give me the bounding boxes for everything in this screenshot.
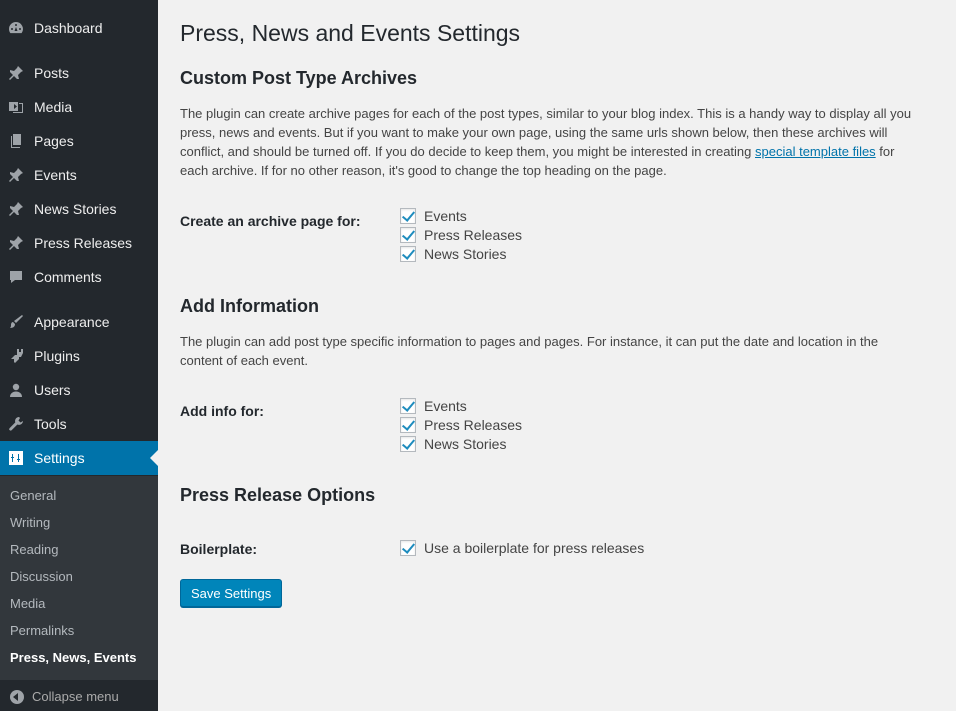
submenu-item-writing[interactable]: Writing [10,515,50,530]
sidebar-item-label: Posts [34,65,70,81]
sidebar-item-users[interactable]: Users [0,373,158,407]
plugin-icon [8,348,24,364]
sidebar-item-appearance[interactable]: Appearance [0,305,158,339]
collapse-arrow-icon [10,689,24,704]
sidebar-item-label: News Stories [34,201,117,217]
sidebar-item-posts[interactable]: Posts [0,56,158,90]
archives-description: The plugin can create archive pages for … [180,104,920,180]
wrench-icon [8,416,24,432]
page-title: Press, News and Events Settings [180,20,521,46]
pin-icon [8,167,24,183]
submenu-item-permalinks[interactable]: Permalinks [10,623,74,638]
section-heading-add-information: Add Information [180,296,319,316]
archive-option-events[interactable]: Events [400,208,467,224]
comment-icon [8,269,24,285]
archive-option-news-stories[interactable]: News Stories [400,246,506,262]
sidebar-item-label: Press Releases [34,235,133,251]
info-press-releases-checkbox[interactable] [400,417,416,433]
info-field-label: Add info for: [180,403,264,419]
option-label: Events [424,208,467,224]
option-label: News Stories [424,246,507,262]
brush-icon [8,314,24,330]
info-option-news-stories[interactable]: News Stories [400,436,506,452]
pin-icon [8,235,24,251]
section-heading-archives: Custom Post Type Archives [180,68,418,88]
sidebar-item-events[interactable]: Events [0,158,158,192]
sidebar-item-media[interactable]: Media [0,90,158,124]
sidebar-item-comments[interactable]: Comments [0,260,158,294]
media-icon [8,99,24,115]
boilerplate-option[interactable]: Use a boilerplate for press releases [400,540,644,556]
settings-submenu: General Writing Reading Discussion Media… [0,476,158,680]
option-label: Press Releases [424,227,523,243]
admin-sidebar: Dashboard Posts Media Pages Events News … [0,0,158,711]
sidebar-item-label: Comments [34,269,102,285]
dashboard-icon [8,20,24,36]
option-label: Use a boilerplate for press releases [424,540,645,556]
pin-icon [8,65,24,81]
option-label: Press Releases [424,417,523,433]
info-events-checkbox[interactable] [400,398,416,414]
section-heading-press-release-options: Press Release Options [180,485,376,505]
sidebar-item-label: Appearance [34,314,110,330]
sidebar-item-label: Events [34,167,77,183]
sidebar-item-pages[interactable]: Pages [0,124,158,158]
save-settings-button[interactable]: Save Settings [180,579,283,607]
collapse-menu-label: Collapse menu [32,689,119,704]
collapse-menu-button[interactable]: Collapse menu [0,682,158,711]
archive-option-press-releases[interactable]: Press Releases [400,227,522,243]
user-icon [8,382,24,398]
pages-icon [8,133,24,149]
special-template-files-link[interactable]: special template files [755,144,876,159]
archive-field-label: Create an archive page for: [180,213,361,229]
sidebar-item-label: Plugins [34,348,80,364]
archive-press-releases-checkbox[interactable] [400,227,416,243]
sidebar-item-plugins[interactable]: Plugins [0,339,158,373]
submenu-item-reading[interactable]: Reading [10,542,58,557]
sidebar-item-tools[interactable]: Tools [0,407,158,441]
option-label: Events [424,398,467,414]
info-option-press-releases[interactable]: Press Releases [400,417,522,433]
sidebar-item-label: Settings [34,450,85,466]
info-description: The plugin can add post type specific in… [180,334,879,368]
boilerplate-field-label: Boilerplate: [180,541,258,557]
archive-events-checkbox[interactable] [400,208,416,224]
submenu-item-press-news-events[interactable]: Press, News, Events [10,650,136,665]
submenu-item-general[interactable]: General [10,488,56,503]
sidebar-item-label: Media [34,99,73,115]
sidebar-item-dashboard[interactable]: Dashboard [0,11,158,45]
settings-icon [8,450,24,466]
option-label: News Stories [424,436,507,452]
archive-news-stories-checkbox[interactable] [400,246,416,262]
sidebar-item-label: Dashboard [34,20,103,36]
info-option-events[interactable]: Events [400,398,467,414]
sidebar-item-settings[interactable]: Settings [0,441,158,475]
sidebar-item-label: Tools [34,416,67,432]
sidebar-item-news-stories[interactable]: News Stories [0,192,158,226]
submenu-item-discussion[interactable]: Discussion [10,569,73,584]
sidebar-item-press-releases[interactable]: Press Releases [0,226,158,260]
sidebar-item-label: Users [34,382,71,398]
boilerplate-checkbox[interactable] [400,540,416,556]
info-news-stories-checkbox[interactable] [400,436,416,452]
pin-icon [8,201,24,217]
submenu-item-media[interactable]: Media [10,596,45,611]
sidebar-item-label: Pages [34,133,74,149]
